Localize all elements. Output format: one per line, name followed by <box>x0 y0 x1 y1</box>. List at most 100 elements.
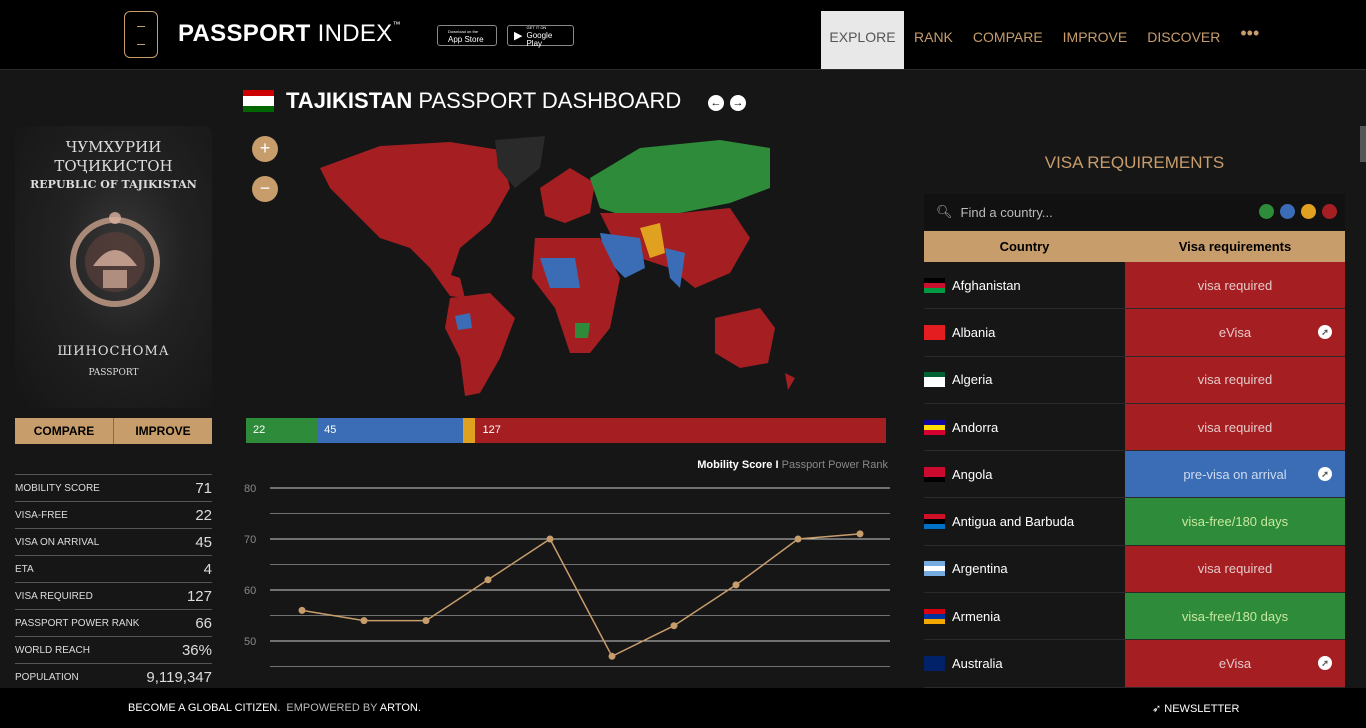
bar-visa-free[interactable]: 22 <box>246 418 318 443</box>
table-row[interactable]: Algeria visa required <box>924 356 1345 404</box>
nav-improve[interactable]: IMPROVE <box>1053 11 1138 69</box>
table-row[interactable]: Angola pre-visa on arrival ➚ <box>924 451 1345 499</box>
bar-count: 127 <box>482 424 501 436</box>
bar-visa-on-arrival[interactable]: 45 <box>317 418 463 443</box>
emblem-icon <box>70 212 160 307</box>
brand-logo[interactable]: PASSPORT INDEX™ <box>178 20 401 48</box>
data-point[interactable] <box>608 652 616 660</box>
table-row[interactable]: Armenia visa-free/180 days <box>924 593 1345 641</box>
map-south-america[interactable] <box>445 293 515 396</box>
visa-requirement-cell[interactable]: visa-free/180 days <box>1125 593 1345 640</box>
country-cell[interactable]: Argentina <box>924 545 1125 593</box>
filter-visa-on-arrival-icon[interactable] <box>1280 204 1295 219</box>
country-cell[interactable]: Algeria <box>924 356 1125 403</box>
legend-power-rank[interactable]: Passport Power Rank <box>782 459 888 471</box>
data-point[interactable] <box>732 581 740 589</box>
visa-requirement-cell[interactable]: visa required <box>1125 356 1345 403</box>
country-cell[interactable]: Armenia <box>924 593 1125 640</box>
table-row[interactable]: Antigua and Barbuda visa-free/180 days <box>924 498 1345 546</box>
country-cell[interactable]: Antigua and Barbuda <box>924 498 1125 545</box>
search-input[interactable] <box>960 204 1221 220</box>
col-country[interactable]: Country <box>924 231 1125 262</box>
map-south-asia[interactable] <box>665 248 685 288</box>
filter-visa-free-icon[interactable] <box>1259 204 1274 219</box>
table-row[interactable]: Andorra visa required <box>924 403 1345 452</box>
prev-arrow-icon[interactable]: ← <box>708 95 724 111</box>
external-link-icon[interactable]: ➚ <box>1318 467 1332 482</box>
table-row[interactable]: Afghanistan visa required <box>924 262 1345 310</box>
nav-compare[interactable]: COMPARE <box>963 11 1053 69</box>
series-line <box>301 533 861 658</box>
bar-visa-required[interactable]: 127 <box>475 418 886 443</box>
data-point[interactable] <box>422 617 430 625</box>
brand-bold: PASSPORT <box>178 20 311 47</box>
table-row[interactable]: Argentina visa required <box>924 545 1345 594</box>
stat-value: 36% <box>181 641 212 659</box>
visa-requirement-cell[interactable]: eVisa ➚ <box>1125 309 1345 356</box>
data-point[interactable] <box>360 617 368 625</box>
visa-requirement-cell[interactable]: pre-visa on arrival ➚ <box>1125 451 1345 498</box>
map-south-america-blue[interactable] <box>455 313 472 330</box>
zoom-in-button[interactable]: + <box>252 136 278 162</box>
play-icon: ▶ <box>514 30 523 42</box>
country-cell[interactable]: Angola <box>924 451 1125 498</box>
col-visa-requirements[interactable]: Visa requirements <box>1125 231 1345 262</box>
visa-requirement-text: visa-free/180 days <box>1181 608 1289 624</box>
filter-visa-required-icon[interactable] <box>1322 204 1337 219</box>
newsletter-link[interactable]: ➶ NEWSLETTER <box>1152 702 1239 715</box>
chart-legend: Mobility Score I Passport Power Rank <box>600 459 888 471</box>
nav-explore[interactable]: EXPLORE <box>821 11 904 69</box>
visa-requirement-cell[interactable]: visa required <box>1125 545 1345 593</box>
scrollbar[interactable] <box>1360 126 1366 162</box>
improve-button[interactable]: IMPROVE <box>113 418 212 444</box>
country-flag-icon <box>924 466 945 482</box>
cover-line-3: REPUBLIC OF TAJIKISTAN <box>30 178 197 191</box>
footer-tagline: BECOME A GLOBAL CITIZEN. EMPOWERED BY ART… <box>128 702 421 714</box>
country-cell[interactable]: Australia <box>924 640 1125 687</box>
compare-button[interactable]: COMPARE <box>15 418 113 444</box>
map-europe[interactable] <box>540 168 595 223</box>
stat-value: 71 <box>195 479 212 497</box>
arton-link[interactable]: ARTON. <box>380 702 421 714</box>
country-cell[interactable]: Andorra <box>924 403 1125 451</box>
stat-label: PASSPORT POWER RANK <box>15 617 140 629</box>
nav-rank[interactable]: RANK <box>904 11 963 69</box>
filter-eta-icon[interactable] <box>1301 204 1316 219</box>
data-point[interactable] <box>794 535 802 543</box>
table-row[interactable]: Australia eVisa ➚ <box>924 640 1345 688</box>
visa-requirement-cell[interactable]: visa required <box>1125 262 1345 309</box>
google-play-button[interactable]: ▶ GET IT ON Google Play <box>507 25 574 47</box>
visa-table-header: Country Visa requirements <box>924 231 1345 262</box>
more-menu-icon[interactable]: ••• <box>1230 11 1269 69</box>
map-australia[interactable] <box>715 308 775 368</box>
data-point[interactable] <box>856 530 864 538</box>
app-store-button[interactable]: Download on the App Store <box>437 25 497 46</box>
country-cell[interactable]: Afghanistan <box>924 262 1125 309</box>
data-point[interactable] <box>546 535 554 543</box>
country-cell[interactable]: Albania <box>924 309 1125 356</box>
map-russia[interactable] <box>590 140 770 218</box>
external-link-icon[interactable]: ➚ <box>1318 325 1332 340</box>
map-north-america[interactable] <box>320 142 510 278</box>
visa-requirement-cell[interactable]: visa-free/180 days <box>1125 498 1345 545</box>
zoom-out-button[interactable]: − <box>252 176 278 202</box>
country-flag-icon <box>924 561 945 577</box>
visa-requirement-cell[interactable]: eVisa ➚ <box>1125 640 1345 687</box>
country-flag-icon <box>924 324 945 340</box>
data-point[interactable] <box>298 606 306 614</box>
visa-requirement-cell[interactable]: visa required <box>1125 403 1345 451</box>
passport-logo-icon[interactable] <box>124 11 158 58</box>
data-point[interactable] <box>670 622 678 630</box>
map-new-zealand[interactable] <box>785 373 795 390</box>
stat-row: ETA 4 <box>15 555 212 582</box>
external-link-icon[interactable]: ➚ <box>1318 656 1332 671</box>
bar-eta[interactable] <box>462 418 476 443</box>
world-map[interactable] <box>300 128 820 403</box>
nav-discover[interactable]: DISCOVER <box>1137 11 1230 69</box>
table-row[interactable]: Albania eVisa ➚ <box>924 309 1345 357</box>
data-point[interactable] <box>484 576 492 584</box>
next-arrow-icon[interactable]: → <box>730 95 746 111</box>
search-icon: 🔍︎ <box>936 204 953 219</box>
legend-mobility-score[interactable]: Mobility Score I <box>697 459 778 471</box>
map-africa-green[interactable] <box>575 323 590 338</box>
